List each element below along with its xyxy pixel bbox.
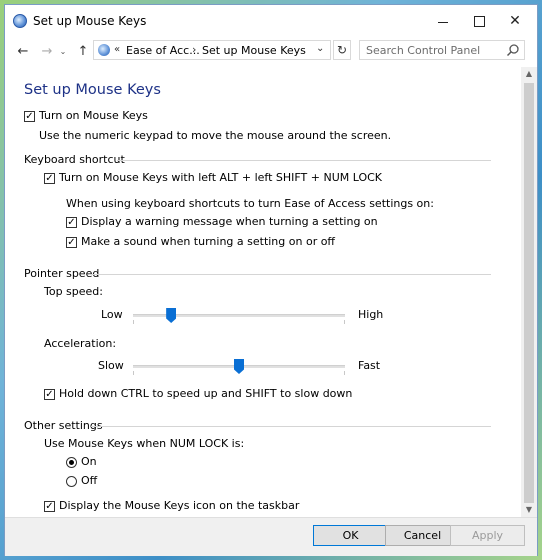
chevron-down-icon: ⌄ bbox=[59, 46, 67, 56]
scroll-down-icon[interactable]: ▼ bbox=[521, 503, 537, 517]
acceleration-fast-label: Fast bbox=[358, 359, 381, 372]
back-button[interactable]: ← bbox=[13, 41, 33, 61]
maximize-button[interactable] bbox=[461, 5, 497, 37]
ctrl-shift-label[interactable]: Hold down CTRL to speed up and SHIFT to … bbox=[59, 387, 352, 400]
num-lock-on-label[interactable]: On bbox=[81, 455, 97, 468]
slider-tick bbox=[133, 371, 134, 375]
top-speed-label: Top speed: bbox=[44, 285, 103, 298]
scroll-up-icon[interactable]: ▲ bbox=[521, 67, 537, 81]
section-divider bbox=[117, 160, 491, 161]
slider-tick bbox=[344, 320, 345, 324]
turn-on-mouse-keys-label[interactable]: Turn on Mouse Keys bbox=[39, 109, 148, 122]
when-using-text: When using keyboard shortcuts to turn Ea… bbox=[66, 197, 434, 210]
address-dropdown-icon[interactable]: ⌄ bbox=[316, 43, 324, 54]
address-bar[interactable]: « Ease of Acc... › Set up Mouse Keys ⌄ bbox=[93, 40, 331, 60]
apply-button[interactable]: Apply bbox=[450, 525, 525, 546]
shortcut-label[interactable]: Turn on Mouse Keys with left ALT + left … bbox=[59, 171, 382, 184]
make-sound-label[interactable]: Make a sound when turning a setting on o… bbox=[81, 235, 335, 248]
back-arrow-icon: ← bbox=[17, 43, 29, 59]
hidden-locations-icon[interactable]: « bbox=[114, 44, 120, 55]
cancel-button[interactable]: Cancel bbox=[385, 525, 460, 546]
up-button[interactable]: ↑ bbox=[73, 41, 93, 61]
taskbar-icon-label[interactable]: Display the Mouse Keys icon on the taskb… bbox=[59, 499, 299, 512]
content-area: Set up Mouse Keys ✓ Turn on Mouse Keys U… bbox=[5, 67, 521, 517]
window: Set up Mouse Keys ✕ ← → ⌄ ↑ « Ease of Ac… bbox=[4, 4, 538, 556]
acceleration-slow-label: Slow bbox=[98, 359, 124, 372]
top-speed-high-label: High bbox=[358, 308, 384, 321]
search-box[interactable]: Search Control Panel bbox=[359, 40, 525, 60]
refresh-icon: ↻ bbox=[336, 43, 348, 57]
maximize-icon bbox=[473, 15, 485, 27]
minimize-icon bbox=[438, 21, 448, 23]
page-title: Set up Mouse Keys bbox=[24, 82, 161, 98]
turn-on-description: Use the numeric keypad to move the mouse… bbox=[39, 129, 392, 142]
close-icon: ✕ bbox=[509, 13, 521, 29]
navigation-bar: ← → ⌄ ↑ « Ease of Acc... › Set up Mouse … bbox=[5, 37, 537, 65]
recent-locations-button[interactable]: ⌄ bbox=[57, 41, 69, 61]
breadcrumb-set-up-mouse-keys[interactable]: Set up Mouse Keys bbox=[202, 44, 306, 57]
turn-on-mouse-keys-checkbox[interactable]: ✓ bbox=[24, 111, 35, 122]
up-arrow-icon: ↑ bbox=[77, 43, 89, 59]
num-lock-label: Use Mouse Keys when NUM LOCK is: bbox=[44, 437, 245, 450]
breadcrumb-separator-icon[interactable]: › bbox=[192, 43, 196, 56]
ease-of-access-icon bbox=[13, 14, 27, 28]
make-sound-checkbox[interactable]: ✓ bbox=[66, 237, 77, 248]
scrollbar-thumb[interactable] bbox=[524, 83, 534, 503]
search-input[interactable]: Search Control Panel bbox=[366, 44, 480, 57]
warning-message-checkbox[interactable]: ✓ bbox=[66, 217, 77, 228]
top-speed-slider-thumb[interactable] bbox=[166, 308, 177, 323]
forward-button[interactable]: → bbox=[37, 41, 57, 61]
slider-tick bbox=[344, 371, 345, 375]
breadcrumb-ease-of-access[interactable]: Ease of Acc... bbox=[126, 44, 200, 57]
num-lock-off-radio[interactable] bbox=[66, 476, 77, 487]
section-divider bbox=[89, 274, 491, 275]
keyboard-shortcut-heading: Keyboard shortcut bbox=[24, 153, 125, 166]
minimize-button[interactable] bbox=[425, 5, 461, 37]
window-title: Set up Mouse Keys bbox=[33, 14, 147, 28]
slider-tick bbox=[133, 320, 134, 324]
warning-message-label[interactable]: Display a warning message when turning a… bbox=[81, 215, 378, 228]
shortcut-checkbox[interactable]: ✓ bbox=[44, 173, 55, 184]
num-lock-off-label[interactable]: Off bbox=[81, 474, 97, 487]
forward-arrow-icon: → bbox=[41, 43, 53, 59]
dialog-footer: OK Cancel Apply bbox=[5, 517, 537, 556]
taskbar-icon-checkbox[interactable]: ✓ bbox=[44, 501, 55, 512]
acceleration-label: Acceleration: bbox=[44, 337, 117, 350]
vertical-scrollbar[interactable]: ▲ ▼ bbox=[521, 67, 537, 517]
ctrl-shift-checkbox[interactable]: ✓ bbox=[44, 389, 55, 400]
refresh-button[interactable]: ↻ bbox=[333, 40, 351, 60]
section-divider bbox=[91, 426, 491, 427]
search-icon bbox=[506, 44, 519, 57]
close-button[interactable]: ✕ bbox=[497, 5, 533, 37]
ok-button[interactable]: OK bbox=[313, 525, 388, 546]
top-speed-low-label: Low bbox=[101, 308, 123, 321]
title-bar: Set up Mouse Keys ✕ bbox=[5, 5, 537, 37]
num-lock-on-radio[interactable] bbox=[66, 457, 77, 468]
acceleration-slider-thumb[interactable] bbox=[234, 359, 244, 374]
control-panel-icon bbox=[98, 44, 110, 56]
top-speed-slider-track[interactable] bbox=[133, 314, 345, 317]
